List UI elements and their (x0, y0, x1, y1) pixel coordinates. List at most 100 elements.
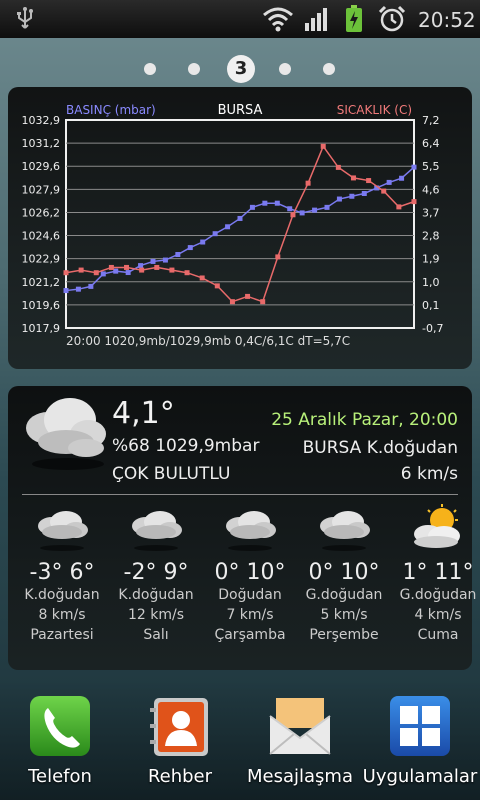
right-tick-label: 3,7 (422, 206, 440, 219)
pressure-point (113, 268, 119, 274)
temperature-point (320, 143, 326, 149)
forecast-day: -3° 6° K.doğudan 8 km/s Pazartesi (16, 504, 108, 645)
pressure-point (187, 245, 193, 251)
temperature-point (199, 275, 205, 281)
right-tick-label: 2,8 (422, 230, 440, 243)
pressure-point (336, 196, 342, 202)
pressure-point (349, 193, 355, 199)
right-tick-label: 1,0 (422, 276, 440, 289)
page-dot[interactable] (323, 63, 335, 75)
forecast-wind-direction: K.doğudan (118, 587, 194, 603)
forecast-day-name: Pazartesi (30, 627, 94, 643)
pressure-point (88, 283, 94, 289)
pressure-point (225, 224, 231, 230)
app-contacts[interactable]: Rehber (120, 694, 240, 787)
pressure-point (249, 204, 255, 210)
pressure-point (75, 286, 81, 292)
chart-footer: 20:00 1020,9mb/1029,9mb 0,4C/6,1C dT=5,7… (66, 334, 350, 348)
current-condition: ÇOK BULUTLU (112, 464, 231, 484)
temperature-point (93, 270, 99, 276)
forecast-wind-speed: 7 km/s (226, 607, 274, 623)
temperature-point (260, 299, 266, 305)
temperature-point (63, 270, 69, 276)
sun-cloud-icon (414, 504, 460, 548)
pressure-point (386, 179, 392, 185)
temperature-line (65, 144, 415, 303)
app-label: Uygulamalar (362, 766, 478, 787)
battery-charging-icon (346, 5, 362, 32)
left-tick-label: 1031,2 (22, 137, 61, 150)
usb-icon (17, 7, 33, 29)
app-dock: Telefon Rehber Mesajlaşma Uygulamalar (0, 680, 480, 800)
left-tick-label: 1019,6 (22, 299, 61, 312)
temperature-point (366, 178, 372, 184)
temperature-point (229, 299, 235, 305)
left-tick-label: 1024,6 (22, 230, 61, 243)
right-tick-label: -0,7 (422, 322, 443, 335)
current-page-indicator: 3 (227, 55, 255, 83)
left-tick-label: 1017,9 (22, 322, 61, 335)
temperature-point (350, 175, 356, 181)
temperature-point (290, 212, 296, 218)
pressure-point (212, 231, 218, 237)
temperature-point (108, 264, 114, 270)
phone-icon (30, 696, 90, 756)
pressure-point (200, 239, 206, 245)
temperature-point (275, 254, 281, 260)
app-applications[interactable]: Uygulamalar (360, 694, 480, 787)
temperature-point (335, 164, 341, 170)
pressure-point (399, 175, 405, 181)
pressure-point (138, 263, 144, 269)
forecast-day-name: Salı (143, 627, 169, 643)
left-tick-label: 1026,2 (22, 206, 61, 219)
right-tick-label: 5,5 (422, 160, 440, 173)
forecast-wind-direction: K.doğudan (24, 587, 100, 603)
temperature-point (124, 264, 130, 270)
signal-icon (305, 8, 327, 31)
plot-frame (65, 119, 415, 329)
temperature-point (154, 264, 160, 270)
humidity-pressure: %68 1029,9mbar (112, 436, 260, 456)
forecast-wind-direction: G.doğudan (305, 587, 383, 603)
forecast-day-name: Perşembe (309, 627, 379, 643)
right-tick-label: 6,4 (422, 137, 440, 150)
alarm-icon (378, 5, 406, 32)
pressure-temperature-chart-widget[interactable]: BASINÇ (mbar) BURSA SICAKLIK (C) 1032,9 7… (8, 87, 472, 369)
forecast-wind-direction: Doğudan (218, 587, 282, 603)
forecast-wind-direction: G.doğudan (399, 587, 477, 603)
weather-widget[interactable]: 4,1° %68 1029,9mbar ÇOK BULUTLU 25 Aralı… (8, 386, 476, 670)
pressure-point (411, 164, 417, 170)
forecast-day: -2° 9° K.doğudan 12 km/s Salı (110, 504, 202, 645)
pressure-point (237, 215, 243, 221)
cloud-icon (26, 398, 106, 470)
status-time: 20:52 (418, 8, 476, 32)
pressure-point (262, 200, 268, 206)
temperature-point (169, 267, 175, 273)
app-phone[interactable]: Telefon (0, 694, 120, 787)
app-messaging[interactable]: Mesajlaşma (240, 694, 360, 787)
forecast-day: 0° 10° Doğudan 7 km/s Çarşamba (204, 504, 296, 645)
forecast-wind-speed: 12 km/s (127, 607, 185, 623)
pressure-point (361, 190, 367, 196)
page-dot[interactable] (188, 63, 200, 75)
left-tick-label: 1029,6 (22, 160, 61, 173)
forecast-wind-speed: 8 km/s (38, 607, 86, 623)
forecast-temps: -2° 9° (123, 560, 189, 585)
cloud-icon (132, 511, 182, 551)
forecast-day-name: Çarşamba (214, 627, 286, 643)
chart-title: BURSA (218, 103, 263, 118)
forecast-temps: 0° 10° (214, 560, 286, 585)
forecast-temps: -3° 6° (29, 560, 95, 585)
pressure-point (274, 200, 280, 206)
page-dot[interactable] (144, 63, 156, 75)
messaging-icon (269, 698, 331, 755)
app-label: Mesajlaşma (247, 766, 353, 787)
chart: BASINÇ (mbar) BURSA SICAKLIK (C) 1032,9 7… (22, 103, 444, 348)
wifi-icon (263, 7, 293, 32)
forecast-temps: 0° 10° (308, 560, 380, 585)
pressure-point (324, 204, 330, 210)
left-axis-label: BASINÇ (mbar) (66, 103, 156, 117)
left-tick-label: 1022,9 (22, 253, 61, 266)
page-dot[interactable] (279, 63, 291, 75)
right-tick-label: 1,9 (422, 253, 440, 266)
